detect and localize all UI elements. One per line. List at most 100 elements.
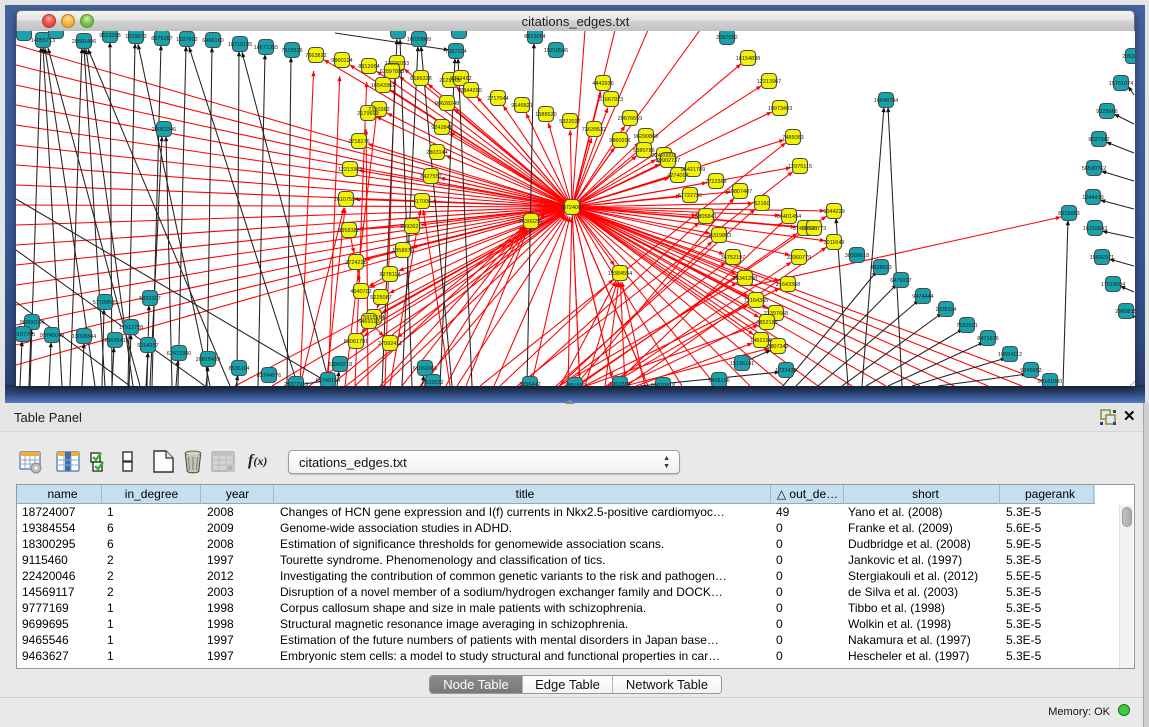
svg-text:31667923: 31667923 xyxy=(599,97,623,103)
svg-text:57709585: 57709585 xyxy=(93,300,117,306)
svg-text:12226053: 12226053 xyxy=(385,61,409,67)
svg-text:7357224: 7357224 xyxy=(445,49,466,55)
svg-text:4891590: 4891590 xyxy=(564,383,585,386)
svg-text:8471676: 8471676 xyxy=(977,336,998,342)
svg-text:17912728: 17912728 xyxy=(119,325,143,331)
svg-text:8958388: 8958388 xyxy=(338,228,359,234)
svg-text:9860124: 9860124 xyxy=(331,58,352,64)
svg-text:5225087: 5225087 xyxy=(370,295,391,301)
svg-text:8912954: 8912954 xyxy=(358,64,379,70)
svg-text:9146821: 9146821 xyxy=(511,103,532,109)
svg-text:9227342: 9227342 xyxy=(1088,137,1109,143)
svg-text:57722796: 57722796 xyxy=(678,193,702,199)
svg-text:8938923: 8938923 xyxy=(870,265,891,271)
svg-text:5322037: 5322037 xyxy=(559,119,580,125)
svg-text:5408156: 5408156 xyxy=(708,378,729,384)
svg-text:3532032: 3532032 xyxy=(422,380,443,386)
svg-text:5822307: 5822307 xyxy=(139,296,160,302)
svg-text:95341298: 95341298 xyxy=(733,276,757,282)
svg-text:19384554: 19384554 xyxy=(608,271,632,277)
svg-text:8278114: 8278114 xyxy=(379,272,400,278)
svg-text:4442936: 4442936 xyxy=(592,81,613,87)
svg-text:21643368: 21643368 xyxy=(776,282,800,288)
svg-text:36752197: 36752197 xyxy=(721,255,745,261)
svg-text:8536114: 8536114 xyxy=(228,366,249,372)
svg-text:8275367: 8275367 xyxy=(151,36,172,42)
svg-text:15751074: 15751074 xyxy=(1109,81,1133,87)
svg-text:29676659: 29676659 xyxy=(618,116,642,122)
svg-text:20815439: 20815439 xyxy=(196,357,220,363)
svg-text:17016504: 17016504 xyxy=(1101,282,1125,288)
svg-text:16648784: 16648784 xyxy=(874,98,898,104)
svg-text:2964541: 2964541 xyxy=(104,338,125,344)
svg-text:36401454: 36401454 xyxy=(777,214,801,220)
svg-text:12213967: 12213967 xyxy=(757,79,781,85)
svg-text:33960779: 33960779 xyxy=(787,255,811,261)
svg-text:16543362: 16543362 xyxy=(371,83,395,89)
svg-text:10807487: 10807487 xyxy=(728,189,752,195)
svg-text:30399018: 30399018 xyxy=(845,253,869,259)
svg-text:16210643: 16210643 xyxy=(1083,226,1107,232)
svg-text:7515526: 7515526 xyxy=(281,48,302,54)
svg-text:21397668: 21397668 xyxy=(764,311,788,317)
svg-text:2844290: 2844290 xyxy=(460,88,481,94)
svg-text:1733426: 1733426 xyxy=(775,368,796,374)
svg-text:20691406: 20691406 xyxy=(72,39,96,45)
svg-text:9860206: 9860206 xyxy=(609,138,630,144)
svg-text:3011649: 3011649 xyxy=(823,240,844,246)
svg-text:7632621: 7632621 xyxy=(956,323,977,329)
svg-text:4805841: 4805841 xyxy=(695,214,716,220)
svg-text:8215953: 8215953 xyxy=(1058,211,1079,217)
svg-text:83744576: 83744576 xyxy=(257,373,281,379)
svg-text:89070818: 89070818 xyxy=(651,383,675,386)
svg-text:12975115: 12975115 xyxy=(788,164,812,170)
svg-text:1358976: 1358976 xyxy=(392,248,413,254)
svg-text:10719185: 10719185 xyxy=(228,42,252,48)
svg-text:6466160: 6466160 xyxy=(202,38,223,44)
svg-text:7722368: 7722368 xyxy=(705,179,726,185)
svg-text:16154838: 16154838 xyxy=(736,56,760,62)
svg-text:16033809: 16033809 xyxy=(407,37,431,43)
svg-text:65740154: 65740154 xyxy=(316,378,340,384)
svg-text:2053424: 2053424 xyxy=(1122,54,1135,60)
svg-text:10973493: 10973493 xyxy=(768,106,792,112)
svg-text:8427552: 8427552 xyxy=(420,174,441,180)
svg-text:61061966: 61061966 xyxy=(413,366,437,372)
svg-text:8807342: 8807342 xyxy=(767,344,788,350)
svg-text:8392492: 8392492 xyxy=(450,76,471,82)
svg-text:20053346: 20053346 xyxy=(152,127,176,133)
svg-text:93760773: 93760773 xyxy=(802,226,826,232)
svg-text:2724228: 2724228 xyxy=(345,260,366,266)
svg-text:62897893: 62897893 xyxy=(380,69,404,75)
svg-text:25300295: 25300295 xyxy=(519,219,543,225)
svg-text:4540702: 4540702 xyxy=(350,289,371,295)
svg-text:62160: 62160 xyxy=(754,201,769,207)
svg-text:16671355: 16671355 xyxy=(254,45,278,51)
svg-text:99141000: 99141000 xyxy=(1038,379,1062,385)
svg-text:4274007: 4274007 xyxy=(667,173,688,179)
svg-text:18724007: 18724007 xyxy=(560,205,584,211)
svg-text:28377915: 28377915 xyxy=(284,382,308,386)
svg-text:62472380: 62472380 xyxy=(167,351,191,357)
svg-text:73639532: 73639532 xyxy=(582,127,606,133)
svg-text:90628248: 90628248 xyxy=(435,101,459,107)
svg-text:30926211: 30926211 xyxy=(400,224,424,230)
svg-text:48197765: 48197765 xyxy=(16,332,35,338)
svg-text:8813054: 8813054 xyxy=(524,34,545,40)
svg-text:9044229: 9044229 xyxy=(823,209,844,215)
svg-text:16107554: 16107554 xyxy=(334,197,358,203)
svg-text:6469193: 6469193 xyxy=(358,319,379,325)
svg-text:1527602: 1527602 xyxy=(176,37,197,43)
svg-text:8186328: 8186328 xyxy=(410,76,431,82)
svg-text:2980815: 2980815 xyxy=(1115,309,1135,315)
svg-text:13028344: 13028344 xyxy=(72,334,96,340)
svg-text:9242848: 9242848 xyxy=(431,125,452,131)
svg-text:19218506: 19218506 xyxy=(544,48,568,54)
svg-text:9513358: 9513358 xyxy=(99,33,120,39)
svg-text:9245652: 9245652 xyxy=(1020,368,1041,374)
svg-text:1588520: 1588520 xyxy=(535,112,556,118)
svg-text:1629072: 1629072 xyxy=(125,34,146,40)
svg-text:9329966: 9329966 xyxy=(1096,109,1117,115)
svg-text:72164355: 72164355 xyxy=(744,298,768,304)
svg-text:96290869: 96290869 xyxy=(634,134,658,140)
